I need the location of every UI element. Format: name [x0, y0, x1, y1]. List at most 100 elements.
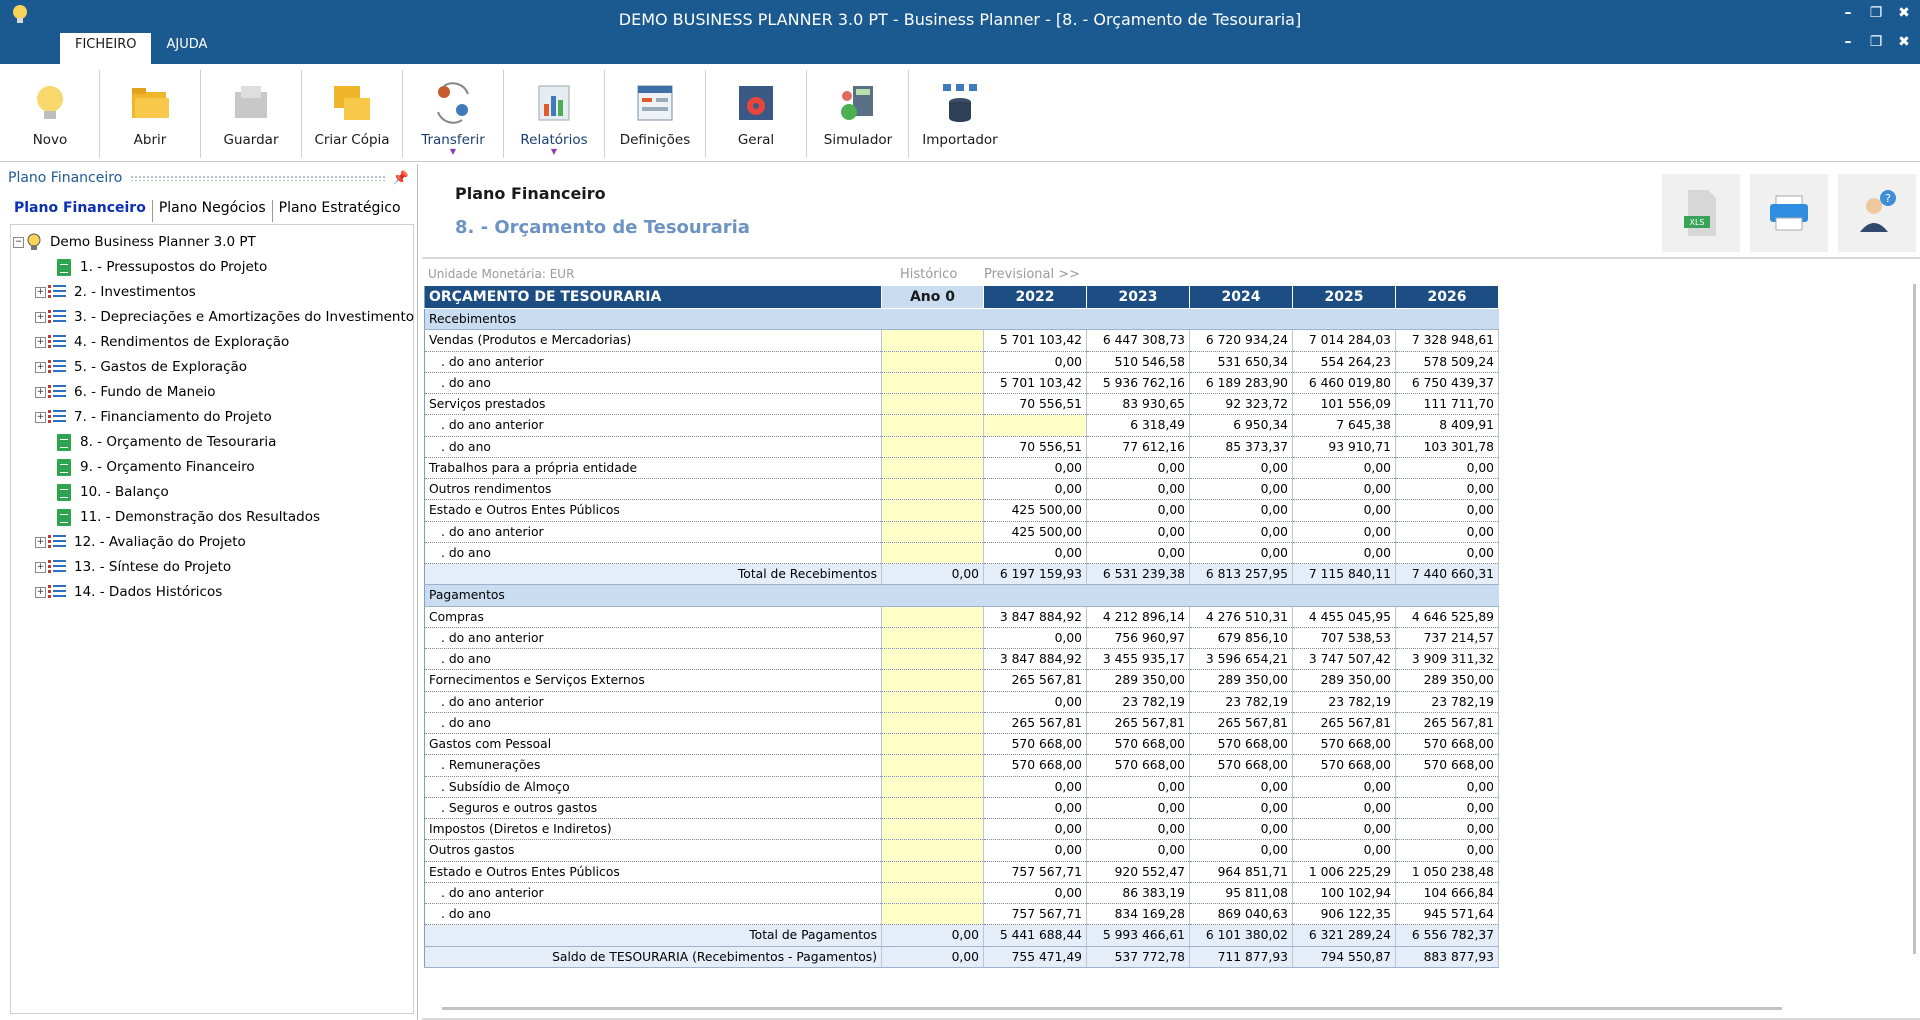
value-cell[interactable]: [881, 861, 984, 883]
value-cell[interactable]: [881, 414, 984, 437]
expand-icon[interactable]: +: [35, 336, 46, 348]
value-cell[interactable]: [881, 436, 984, 458]
expand-icon[interactable]: +: [35, 586, 46, 598]
value-cell: 0,00: [1189, 521, 1293, 543]
row-label: . do ano anterior: [424, 691, 882, 713]
definicoes-button[interactable]: Definições: [605, 68, 705, 158]
tree-item[interactable]: +2. - Investimentos: [35, 281, 196, 303]
panel-header: Plano Financeiro 📌: [0, 164, 417, 192]
value-cell[interactable]: [881, 393, 984, 416]
horizontal-scrollbar[interactable]: [442, 1007, 1782, 1010]
export-xls-button[interactable]: XLS: [1662, 174, 1740, 252]
help-button[interactable]: ?: [1838, 174, 1916, 252]
value-cell: 510 546,58: [1086, 351, 1190, 373]
expand-icon[interactable]: +: [35, 386, 46, 398]
value-cell[interactable]: [881, 733, 984, 756]
tree-item[interactable]: 10. - Balanço: [57, 481, 169, 503]
value-cell[interactable]: [881, 329, 984, 352]
tab-plano-negocios[interactable]: Plano Negócios: [153, 200, 273, 222]
tree-item[interactable]: +6. - Fundo de Maneio: [35, 381, 216, 403]
doc-close-icon[interactable]: ✖: [1896, 34, 1912, 50]
value-cell[interactable]: [881, 478, 984, 501]
value-cell[interactable]: [881, 691, 984, 713]
tree-item[interactable]: 8. - Orçamento de Tesouraria: [57, 431, 276, 453]
guardar-button[interactable]: Guardar: [201, 68, 301, 158]
report-chart-icon: [538, 85, 570, 121]
value-cell: 0,00: [1395, 542, 1499, 565]
simulador-button[interactable]: Simulador: [808, 68, 908, 158]
panel-title: Plano Financeiro: [8, 170, 123, 186]
value-cell[interactable]: [881, 797, 984, 820]
value-cell[interactable]: [881, 776, 984, 798]
value-cell[interactable]: [881, 521, 984, 543]
tree-item[interactable]: +3. - Depreciações e Amortizações do Inv…: [35, 306, 414, 328]
criar-copia-button[interactable]: Criar Cópia: [302, 68, 402, 158]
tree-item[interactable]: +13. - Síntese do Projeto: [35, 556, 231, 578]
expand-icon[interactable]: +: [35, 286, 46, 298]
vertical-scrollbar[interactable]: [1913, 284, 1916, 954]
list-icon: [48, 335, 66, 349]
value-cell[interactable]: [881, 606, 984, 628]
value-cell[interactable]: [881, 754, 984, 777]
spreadsheet-icon: [57, 483, 71, 501]
expand-icon[interactable]: +: [35, 561, 46, 573]
tree-item[interactable]: 1. - Pressupostos do Projeto: [57, 256, 267, 278]
table-row: Compras 3 847 884,92 4 212 896,14 4 276 510…: [424, 606, 1499, 628]
tab-plano-financeiro[interactable]: Plano Financeiro: [8, 200, 153, 222]
value-cell[interactable]: [881, 882, 984, 905]
tree-item[interactable]: +12. - Avaliação do Projeto: [35, 531, 246, 553]
geral-button[interactable]: Geral: [706, 68, 806, 158]
close-icon[interactable]: ✖: [1896, 5, 1912, 21]
panel-grip[interactable]: [130, 175, 385, 181]
tree-item[interactable]: +4. - Rendimentos de Exploração: [35, 331, 289, 353]
value-cell: 883 877,93: [1395, 946, 1499, 968]
tab-ficheiro[interactable]: FICHEIRO: [60, 33, 152, 64]
expand-icon[interactable]: +: [35, 411, 46, 423]
value-cell: 755 471,49: [983, 946, 1087, 968]
expand-icon[interactable]: +: [35, 311, 46, 323]
doc-minimize-icon[interactable]: –: [1840, 34, 1856, 50]
tree-item[interactable]: 11. - Demonstração dos Resultados: [57, 506, 320, 528]
spreadsheet-icon: [57, 433, 71, 451]
value-cell[interactable]: [881, 839, 984, 862]
expand-icon[interactable]: +: [35, 536, 46, 548]
value-cell: 0,00: [983, 882, 1087, 905]
importador-button[interactable]: Importador: [910, 68, 1010, 158]
tree-item[interactable]: +7. - Financiamento do Projeto: [35, 406, 272, 428]
print-button[interactable]: [1750, 174, 1828, 252]
spreadsheet-icon: [57, 458, 71, 476]
expand-icon[interactable]: +: [35, 361, 46, 373]
value-cell[interactable]: [881, 351, 984, 373]
value-cell[interactable]: [881, 457, 984, 480]
tree-item[interactable]: +14. - Dados Históricos: [35, 581, 222, 603]
value-cell[interactable]: [881, 627, 984, 650]
value-cell[interactable]: [881, 903, 984, 926]
novo-button[interactable]: Novo: [0, 68, 100, 158]
value-cell[interactable]: [881, 499, 984, 522]
relatorios-button[interactable]: Relatórios ▼: [504, 68, 604, 158]
abrir-button[interactable]: Abrir: [100, 68, 200, 158]
relatorios-label: Relatórios: [520, 132, 588, 148]
value-cell: 6 531 239,38: [1086, 563, 1190, 586]
value-cell: 0,00: [1395, 457, 1499, 480]
spreadsheet-icon: [57, 258, 71, 276]
value-cell[interactable]: [881, 542, 984, 565]
pin-icon[interactable]: 📌: [393, 171, 409, 186]
tree-item[interactable]: 9. - Orçamento Financeiro: [57, 456, 255, 478]
value-cell[interactable]: [881, 669, 984, 692]
minimize-icon[interactable]: –: [1840, 5, 1856, 21]
value-cell[interactable]: [881, 818, 984, 841]
value-cell[interactable]: [881, 372, 984, 395]
transferir-button[interactable]: Transferir ▼: [403, 68, 503, 158]
tree-root[interactable]: − Demo Business Planner 3.0 PT: [13, 231, 256, 253]
value-cell[interactable]: [881, 712, 984, 735]
doc-restore-icon[interactable]: ❐: [1868, 34, 1884, 50]
tab-ajuda[interactable]: AJUDA: [151, 33, 222, 64]
row-label: Serviços prestados: [424, 393, 882, 416]
collapse-icon[interactable]: −: [13, 236, 24, 248]
tab-plano-estrategico[interactable]: Plano Estratégico: [273, 200, 407, 222]
table-row: . do ano anterior 0,00 23 782,19 23 782,19 2…: [424, 691, 1499, 713]
tree-item[interactable]: +5. - Gastos de Exploração: [35, 356, 247, 378]
value-cell[interactable]: [881, 648, 984, 671]
restore-icon[interactable]: ❐: [1868, 5, 1884, 21]
